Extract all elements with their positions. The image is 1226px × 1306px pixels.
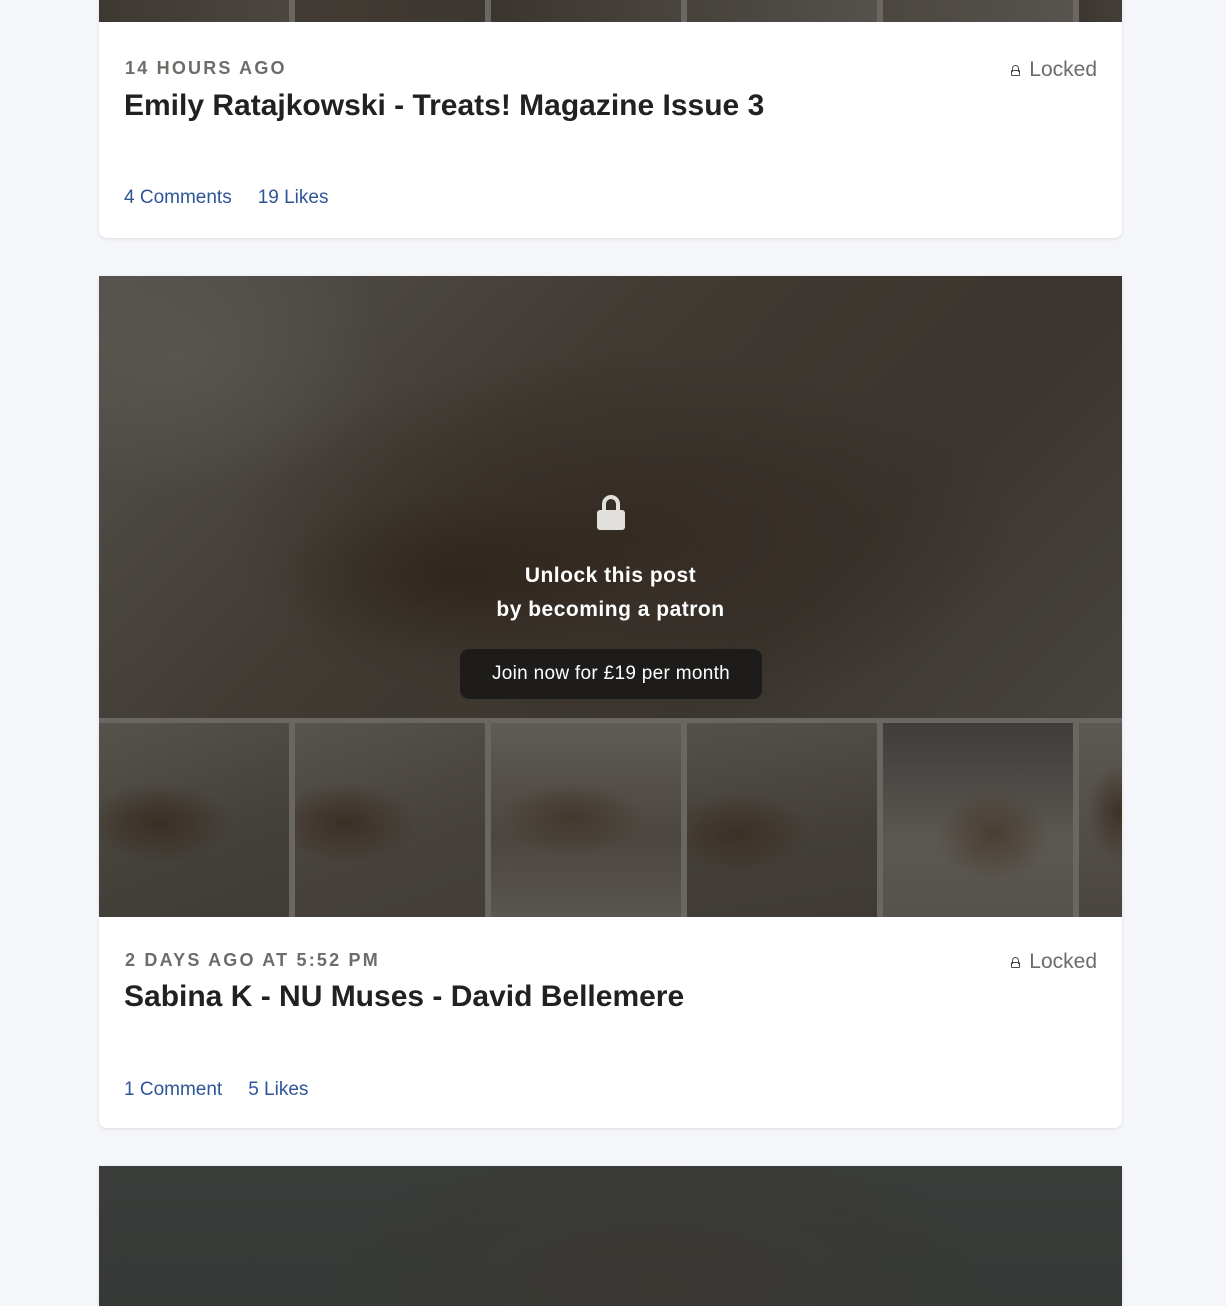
post-info: 2 DAYS AGO AT 5:52 PM Sabina K - NU Muse… [99,912,1122,1128]
thumbnail[interactable] [99,723,289,917]
likes-link[interactable]: 19 Likes [258,187,329,209]
comments-link[interactable]: 4 Comments [124,187,232,209]
likes-link[interactable]: 5 Likes [248,1079,308,1101]
locked-label: Locked [1029,950,1097,973]
unlock-line-1: Unlock this post [524,564,697,587]
thumbnail[interactable] [99,0,289,22]
lock-small-icon [1011,64,1021,76]
locked-badge: Locked [1011,58,1097,82]
thumbnail[interactable] [295,0,485,22]
thumbnail[interactable] [491,723,681,917]
thumbnail[interactable] [491,0,681,22]
post-thumbnail-strip [99,718,1122,917]
post-card-3 [99,1166,1122,1306]
post-engagement: 4 Comments 19 Likes [124,187,328,209]
thumbnail[interactable] [883,0,1073,22]
post-info: 14 HOURS AGO Emily Ratajkowski - Treats!… [99,22,1122,238]
thumbnail[interactable] [1079,723,1122,917]
join-button[interactable]: Join now for £19 per month [460,649,762,699]
unlock-overlay: Unlock this post by becoming a patron Jo… [99,276,1122,718]
thumbnail[interactable] [1079,0,1122,22]
post-thumbnail-strip [99,0,1122,22]
post-hero-image-blurred [99,1166,1122,1306]
thumbnail[interactable] [687,723,877,917]
thumbnail[interactable] [295,723,485,917]
comments-link[interactable]: 1 Comment [124,1079,222,1101]
unlock-message: Unlock this post by becoming a patron [99,559,1122,627]
post-card-1: 14 HOURS AGO Emily Ratajkowski - Treats!… [99,0,1122,238]
lock-small-icon [1011,956,1021,968]
locked-badge: Locked [1011,950,1097,974]
post-engagement: 1 Comment 5 Likes [124,1079,308,1101]
unlock-line-2: by becoming a patron [496,598,725,621]
post-timestamp: 14 HOURS AGO [125,58,287,78]
locked-label: Locked [1029,58,1097,81]
post-card-2: Unlock this post by becoming a patron Jo… [99,276,1122,1128]
lock-icon [597,495,625,531]
post-title[interactable]: Emily Ratajkowski - Treats! Magazine Iss… [124,89,764,123]
post-timestamp: 2 DAYS AGO AT 5:52 PM [125,950,380,970]
thumbnail[interactable] [883,723,1073,917]
thumbnail[interactable] [687,0,877,22]
post-title[interactable]: Sabina K - NU Muses - David Bellemere [124,980,684,1014]
